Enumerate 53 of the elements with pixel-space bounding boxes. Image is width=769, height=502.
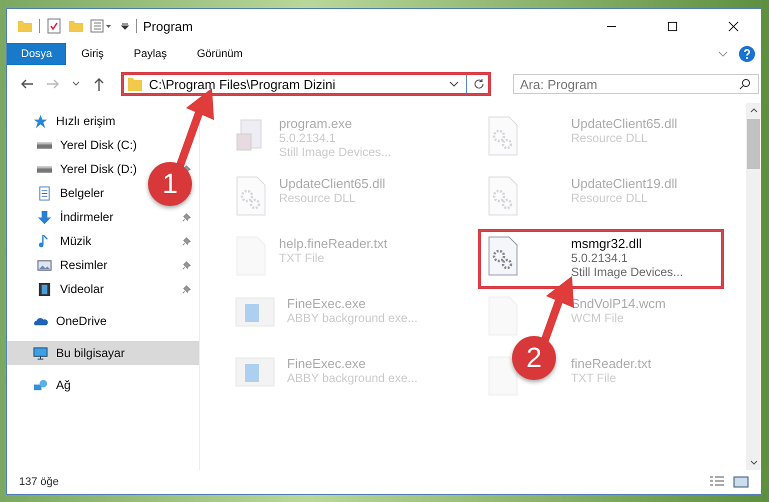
- sidebar-item[interactable]: Videolar: [7, 277, 110, 301]
- help-icon[interactable]: [739, 46, 755, 62]
- refresh-icon[interactable]: [473, 78, 485, 90]
- search-icon: [739, 78, 751, 90]
- maximize-icon[interactable]: [667, 20, 678, 32]
- gear-file-icon: [487, 116, 519, 156]
- gear-file-icon: [487, 236, 519, 276]
- gear-file-icon: [487, 176, 519, 216]
- sidebar-item[interactable]: Yerel Disk (D:): [7, 157, 143, 181]
- pin-icon[interactable]: [182, 260, 191, 270]
- pin-icon[interactable]: [182, 236, 191, 246]
- pin-icon[interactable]: [182, 284, 191, 294]
- ribbon-tab[interactable]: Giriş: [66, 43, 119, 65]
- item-count: 137 öğe: [19, 476, 59, 488]
- sidebar-item[interactable]: Müzik: [7, 229, 98, 253]
- application-window-icon: [235, 296, 275, 328]
- download-arrow-icon: [37, 210, 52, 224]
- search-field[interactable]: Ara: Program: [513, 74, 759, 94]
- monitor-icon: [33, 346, 48, 360]
- close-icon[interactable]: [728, 20, 739, 32]
- scrollbar-thumb[interactable]: [747, 119, 760, 169]
- application-window-icon: [235, 356, 275, 388]
- film-icon: [37, 282, 52, 296]
- gear-file-icon: [235, 176, 267, 216]
- blank-file-icon: [487, 356, 519, 396]
- folder-icon: [127, 76, 143, 92]
- file-name[interactable]: msmgr32.dll: [571, 236, 684, 251]
- properties-icon[interactable]: [46, 18, 62, 34]
- sidebar-item[interactable]: Ağ: [7, 373, 77, 397]
- sidebar-item[interactable]: Bu bilgisayar: [7, 341, 199, 365]
- sidebar-item[interactable]: Resimler: [7, 253, 114, 277]
- view-dropdown-icon[interactable]: [90, 18, 114, 34]
- drive-icon: [37, 142, 52, 148]
- document-icon: [37, 186, 52, 200]
- sidebar-item[interactable]: OneDrive: [7, 309, 113, 333]
- scrollbar[interactable]: [746, 103, 761, 470]
- file-detail: 5.0.2134.1: [571, 251, 629, 265]
- star-icon: [33, 114, 48, 128]
- file-detail: Still Image Devices...: [571, 265, 684, 279]
- sidebar-item[interactable]: Belgeler: [7, 181, 110, 205]
- large-icons-view-icon[interactable]: [733, 475, 749, 489]
- sidebar-item[interactable]: Hızlı erişim: [7, 109, 122, 133]
- pin-icon[interactable]: [182, 212, 191, 222]
- network-icon: [33, 378, 48, 392]
- ribbon-tab[interactable]: Görünüm: [182, 43, 258, 65]
- picture-icon: [37, 258, 52, 272]
- sidebar-item[interactable]: İndirmeler: [7, 205, 120, 229]
- ribbon-tab[interactable]: Paylaş: [118, 43, 182, 65]
- ribbon-tab[interactable]: Dosya: [7, 43, 66, 65]
- address-field[interactable]: C:\Program Files\Program Dizini: [121, 72, 491, 96]
- window-title: Program: [143, 18, 193, 34]
- drive-icon: [37, 166, 52, 172]
- sidebar-item[interactable]: Yerel Disk (C:): [7, 133, 143, 157]
